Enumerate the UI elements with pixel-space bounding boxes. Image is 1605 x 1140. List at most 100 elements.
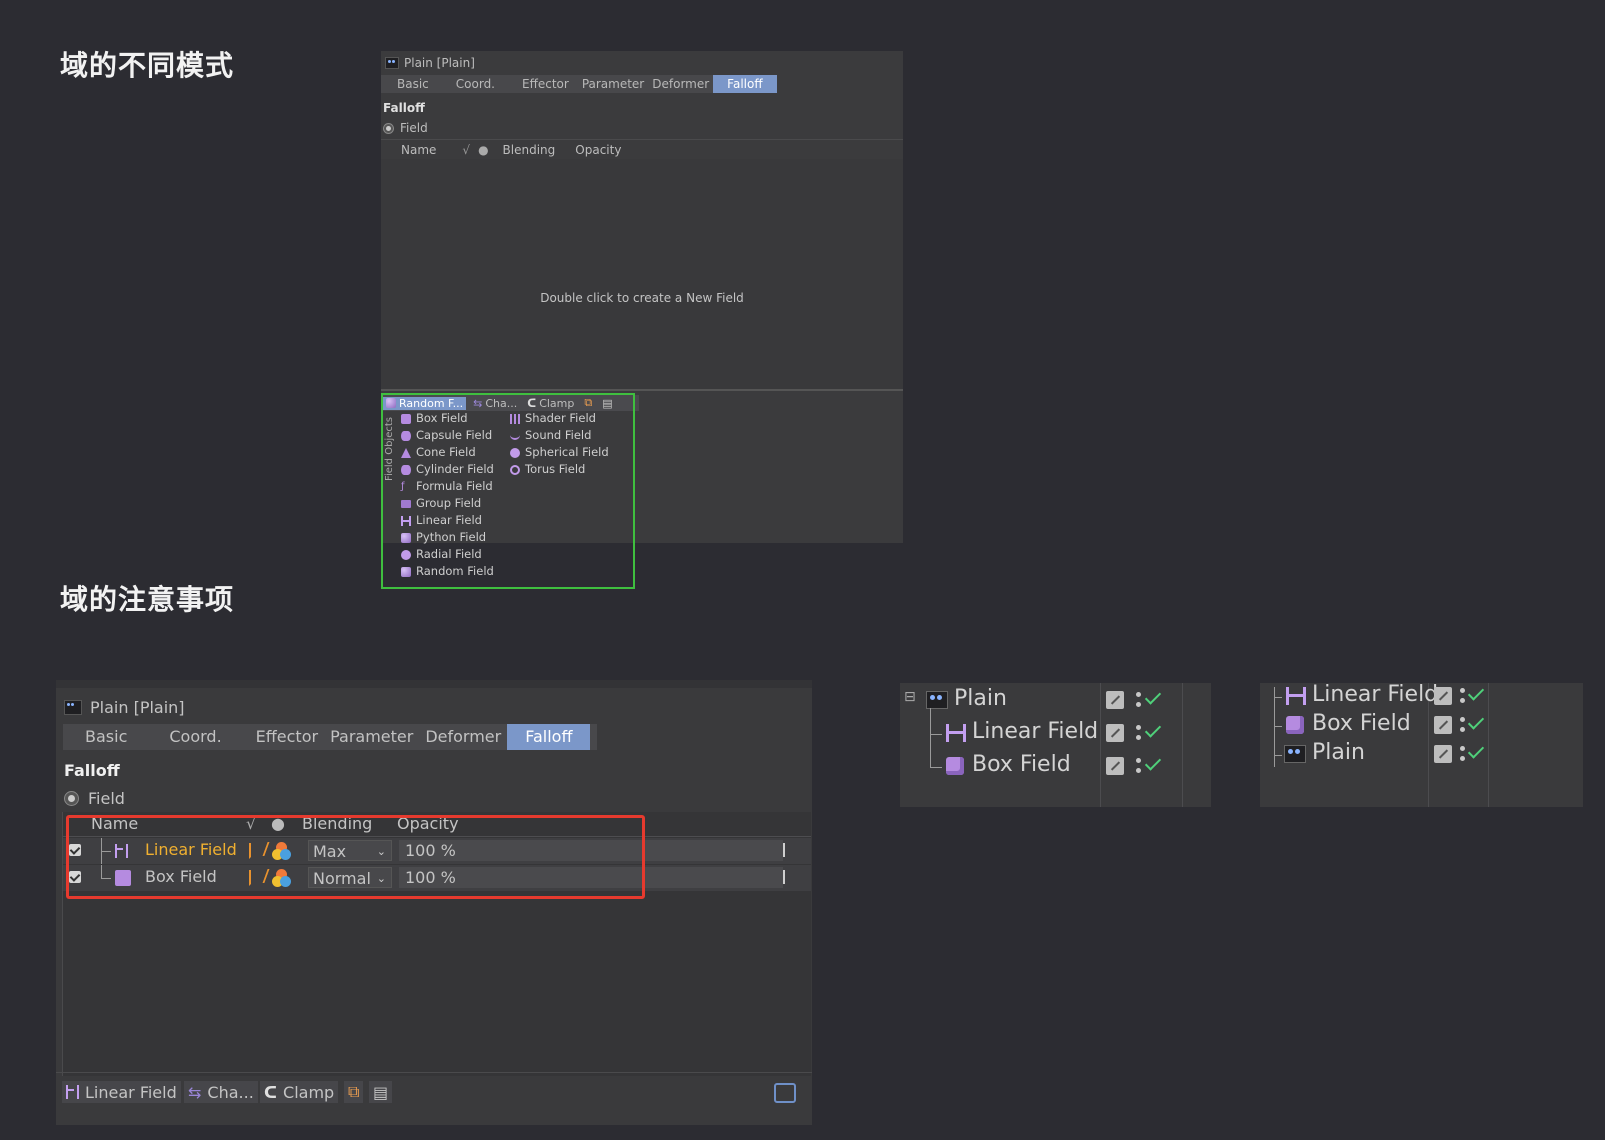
tab-coord[interactable]: Coord. [447,75,513,93]
tree-line [1274,726,1282,727]
tab-deformer[interactable]: Deformer [419,724,507,750]
tab-parameter[interactable]: Parameter [578,75,648,93]
editor-visibility-icon[interactable] [1434,687,1452,705]
menu-item-spherical-field[interactable]: Spherical Field [510,444,609,461]
menu-item-capsule-field[interactable]: Capsule Field [401,427,494,444]
column-name[interactable]: Name [381,143,446,157]
enabled-check-icon[interactable] [1467,713,1485,730]
tree-row-box-field[interactable]: Box Field [900,749,1211,781]
tree-row-plain[interactable]: ⊟ Plain [900,685,1211,715]
menu-item-label: Sound Field [525,428,592,442]
collapse-icon[interactable]: ⊟ [904,689,916,705]
clamp-button[interactable]: ᑕ Clamp [260,1081,339,1103]
editor-visibility-icon[interactable] [1106,724,1124,742]
tree-item-label[interactable]: Plain [954,686,1007,711]
splitter[interactable] [381,389,903,391]
plain-object-icon [926,691,948,709]
render-visibility-icon[interactable] [1136,702,1141,707]
tab-effector[interactable]: Effector [513,75,578,93]
tab-falloff[interactable]: Falloff [507,724,591,750]
attribute-manager-top: Plain [Plain] Basic Coord. Effector Para… [381,51,903,589]
menu-item-cylinder-field[interactable]: Cylinder Field [401,461,494,478]
add-layer-button[interactable]: ⧉ [344,1081,364,1103]
editor-visibility-icon[interactable] [1434,745,1452,763]
plain-object-icon [385,57,399,69]
tab-parameter[interactable]: Parameter [324,724,419,750]
menu-item-python-field[interactable]: Python Field [401,529,494,546]
menu-item-formula-field[interactable]: ƒ Formula Field [401,478,494,495]
field-radio[interactable]: Field [383,121,428,135]
panel-title-text: Plain [Plain] [90,698,185,717]
render-visibility-icon[interactable] [1136,758,1141,763]
python-field-icon [401,532,411,543]
render-visibility-icon[interactable] [1460,727,1465,732]
opacity-slider-end[interactable] [783,843,785,857]
render-visibility-icon[interactable] [1460,698,1465,703]
tree-item-label[interactable]: Linear Field [1312,682,1438,707]
tree-row-plain[interactable]: Plain [1260,739,1583,769]
enabled-check-icon[interactable] [1467,742,1485,759]
plain-object-icon [64,700,82,715]
radio-icon[interactable] [64,791,79,806]
menu-item-label: Box Field [416,411,468,425]
tab-basic[interactable]: Basic [381,75,447,93]
folder-button[interactable]: ▤ [369,1081,393,1103]
radio-icon[interactable] [383,122,394,134]
render-visibility-icon[interactable] [1460,688,1465,693]
tab-deformer[interactable]: Deformer [648,75,713,93]
field-toolbar: Linear Field ⇆ Cha... ᑕ Clamp ⧉ ▤ [56,1072,812,1111]
menu-item-cone-field[interactable]: Cone Field [401,444,494,461]
column-opacity[interactable]: Opacity [565,143,631,157]
field-radio[interactable]: Field [64,789,125,808]
enabled-check-icon[interactable] [1144,688,1162,705]
menu-item-label: Linear Field [416,513,482,527]
enabled-check-icon[interactable] [1467,684,1485,701]
render-visibility-icon[interactable] [1460,717,1465,722]
field-list[interactable]: Double click to create a New Field [381,159,903,389]
tree-row-linear-field[interactable]: Linear Field [900,708,1211,750]
panel-title: Plain [Plain] [385,54,475,72]
editor-visibility-icon[interactable] [1106,691,1124,709]
lock-view-button[interactable] [774,1083,796,1103]
enabled-check-icon[interactable] [1144,754,1162,771]
empty-hint: Double click to create a New Field [540,291,744,305]
render-visibility-icon[interactable] [1460,756,1465,761]
menu-item-group-field[interactable]: Group Field [401,495,494,512]
color-blend-icon: ● [478,143,489,157]
tab-basic[interactable]: Basic [63,724,149,750]
channel-button[interactable]: ⇆ Cha... [184,1081,258,1103]
tree-item-label[interactable]: Linear Field [972,719,1098,744]
tree-item-label[interactable]: Plain [1312,740,1365,765]
linear-field-button[interactable]: Linear Field [62,1081,181,1103]
render-visibility-icon[interactable] [1136,725,1141,730]
enabled-check-icon[interactable] [1144,721,1162,738]
render-visibility-icon[interactable] [1460,746,1465,751]
menu-item-sound-field[interactable]: Sound Field [510,427,609,444]
opacity-slider-end[interactable] [783,870,785,884]
box-field-icon [1286,716,1304,734]
tree-item-label[interactable]: Box Field [1312,711,1411,736]
render-visibility-icon[interactable] [1136,768,1141,773]
render-visibility-icon[interactable] [1136,735,1141,740]
formula-field-icon: ƒ [401,480,405,492]
tree-row-box-field[interactable]: Box Field [1260,710,1583,740]
menu-item-radial-field[interactable]: Radial Field [401,546,494,563]
menu-item-random-field[interactable]: Random Field [401,563,494,580]
tab-effector[interactable]: Effector [242,724,324,750]
linear-field-icon [1286,687,1306,705]
menu-item-shader-field[interactable]: Shader Field [510,410,609,427]
tab-coord[interactable]: Coord. [149,724,241,750]
menu-item-torus-field[interactable]: Torus Field [510,461,609,478]
column-blending[interactable]: Blending [493,143,566,157]
tree-item-label[interactable]: Box Field [972,752,1071,777]
menu-item-label: Cylinder Field [416,462,494,476]
section-title: Falloff [64,761,120,780]
tab-falloff[interactable]: Falloff [713,75,777,93]
menu-item-linear-field[interactable]: Linear Field [401,512,494,529]
render-visibility-icon[interactable] [1136,692,1141,697]
editor-visibility-icon[interactable] [1434,716,1452,734]
editor-visibility-icon[interactable] [1106,757,1124,775]
menu-item-box-field[interactable]: Box Field [401,410,494,427]
tree-row-linear-field[interactable]: Linear Field [1260,681,1583,767]
object-tree-flat: Linear Field Box Field Plain [1260,681,1583,807]
